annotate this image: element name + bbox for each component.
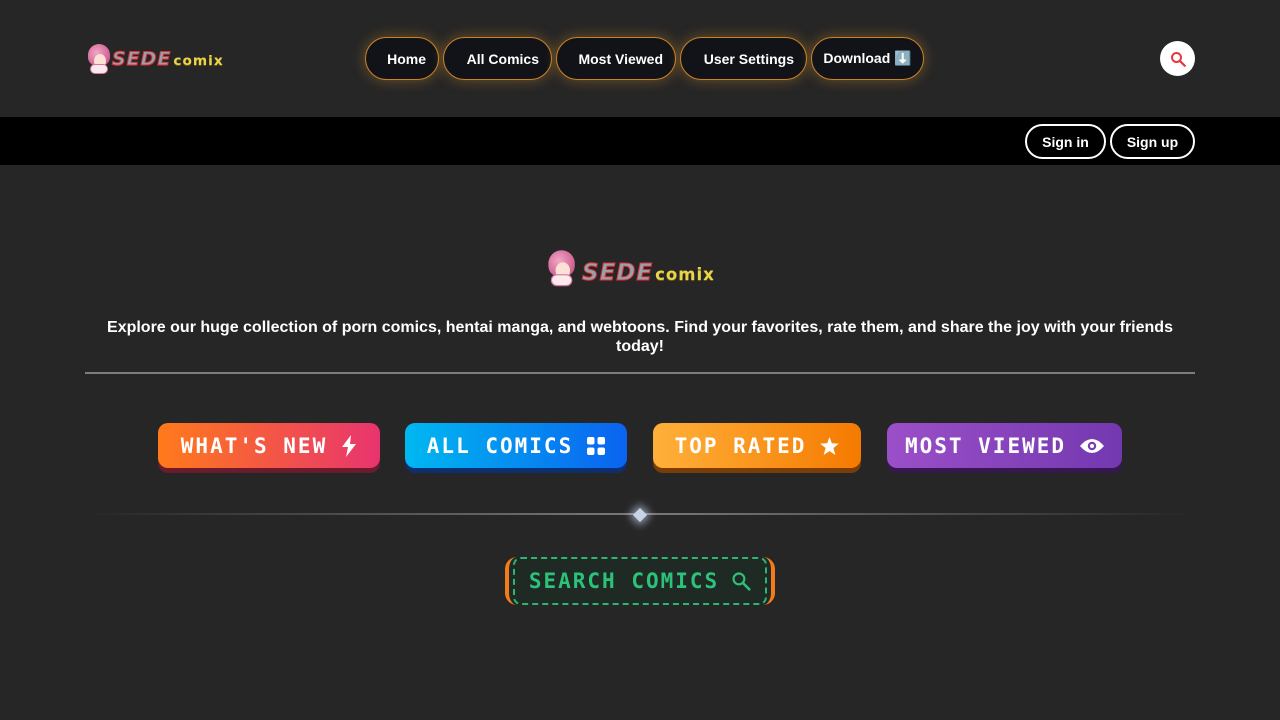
auth-bar: Sign in Sign up — [0, 117, 1280, 165]
nav-all-comics-button[interactable]: All Comics — [443, 37, 552, 80]
main-nav: Home All Comics Most Viewed User Setting… — [365, 37, 924, 80]
eye-icon — [1080, 438, 1105, 453]
top-rated-label: TOP RATED — [674, 433, 807, 458]
diamond-ornament — [632, 507, 648, 523]
search-comics-label: SEARCH COMICS — [528, 569, 720, 593]
search-icon — [1170, 51, 1186, 67]
grid-icon — [587, 436, 606, 455]
nav-user-settings-button[interactable]: User Settings — [680, 37, 807, 80]
sign-in-button[interactable]: Sign in — [1025, 124, 1106, 159]
whats-new-label: WHAT'S NEW — [180, 433, 328, 458]
most-viewed-button[interactable]: MOST VIEWED — [887, 423, 1122, 468]
whats-new-button[interactable]: WHAT'S NEW — [158, 423, 380, 468]
header-search-button[interactable] — [1160, 41, 1195, 76]
star-icon — [820, 436, 840, 455]
nav-most-viewed-button[interactable]: Most Viewed — [556, 37, 676, 80]
logo-text-main: SEDE — [581, 260, 654, 287]
logo-text-main: SEDE — [111, 48, 172, 71]
hero-tagline: Explore our huge collection of porn comi… — [107, 319, 1173, 355]
site-logo[interactable]: SEDE comix — [86, 42, 246, 76]
logo-text-sub: comix — [655, 265, 715, 284]
most-viewed-label: MOST VIEWED — [904, 433, 1067, 458]
nav-home-button[interactable]: Home — [365, 37, 439, 80]
hero-logo: SEDE comix — [546, 250, 736, 296]
lightning-icon — [342, 434, 357, 457]
search-comics-button[interactable]: SEARCH COMICS — [505, 557, 775, 605]
top-rated-button[interactable]: TOP RATED — [653, 423, 861, 468]
divider — [85, 372, 1195, 374]
mascot-icon — [546, 250, 582, 296]
nav-download-button[interactable]: Download ⬇️ — [811, 37, 924, 80]
search-icon — [732, 572, 751, 591]
mascot-icon — [86, 44, 112, 74]
all-comics-label: ALL COMICS — [426, 433, 574, 458]
sign-up-button[interactable]: Sign up — [1110, 124, 1195, 159]
logo-text-sub: comix — [173, 53, 224, 69]
site-header: SEDE comix Home All Comics Most Viewed Us… — [0, 0, 1280, 117]
all-comics-button[interactable]: ALL COMICS — [405, 423, 627, 468]
